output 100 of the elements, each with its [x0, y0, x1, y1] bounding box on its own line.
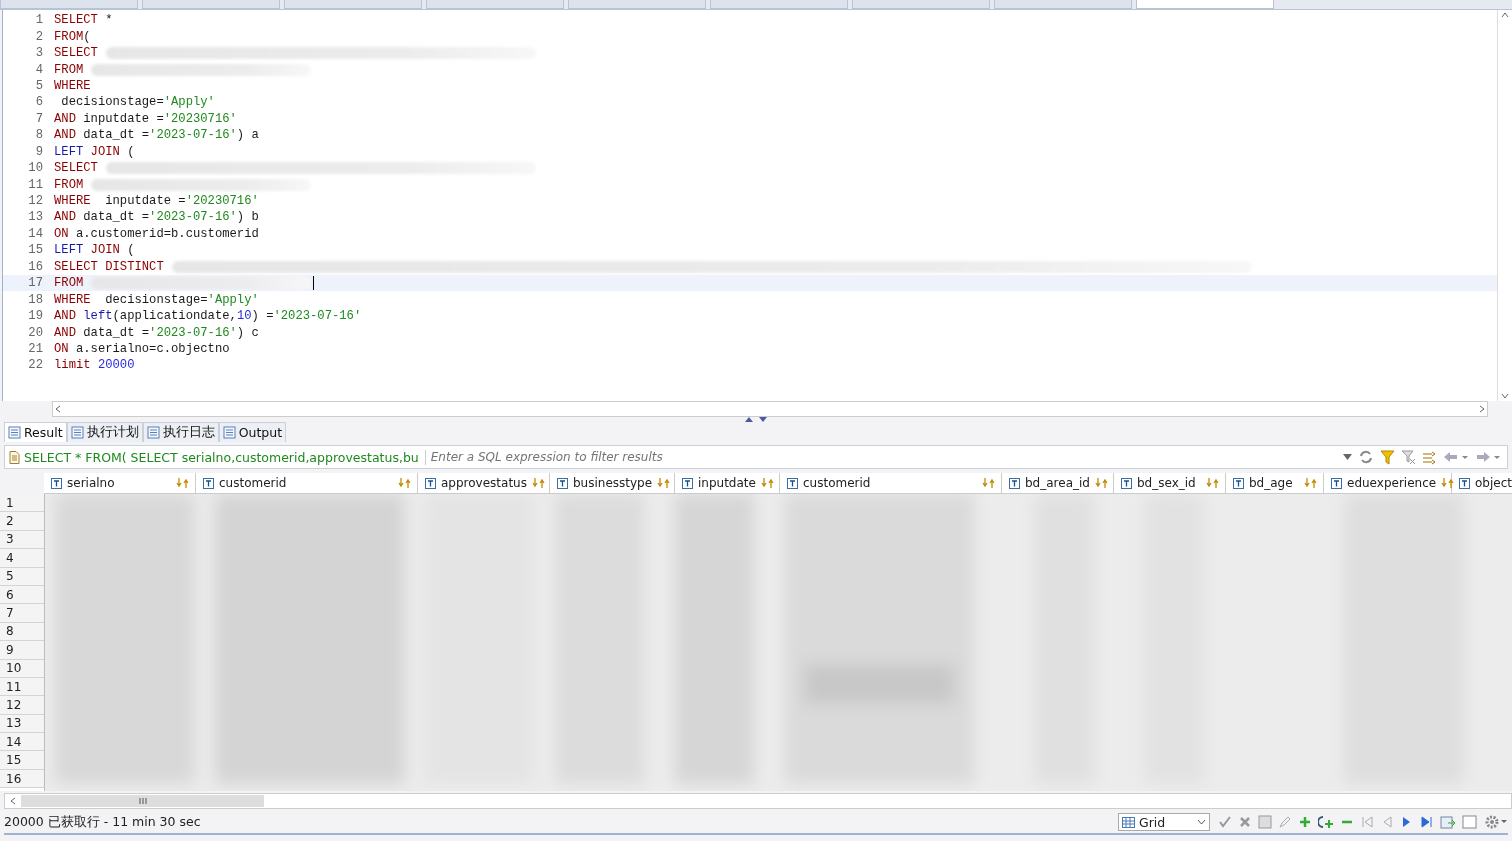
code-text: FROM	[54, 29, 84, 44]
check-icon[interactable]	[1218, 815, 1232, 829]
code-text: '20230716'	[185, 194, 259, 209]
code-text: JOIN	[89, 144, 120, 159]
code-text: inputdate =	[104, 194, 186, 209]
line-number: 13	[27, 210, 44, 225]
column-header[interactable]: bd_area_id	[1002, 473, 1114, 493]
code-text: limit	[54, 358, 91, 373]
edit-icon[interactable]	[1278, 815, 1292, 829]
code-text: ) b	[236, 210, 259, 225]
column-header[interactable]: bd_age	[1226, 473, 1324, 493]
row-number[interactable]: 2	[0, 512, 44, 531]
code-text: JOIN	[89, 243, 120, 258]
editor-tab[interactable]	[1136, 0, 1274, 9]
status-text: 20000 已获取行 - 11 min 30 sec	[4, 813, 202, 831]
code-text: '2023-07-16'	[149, 210, 237, 225]
column-header[interactable]: approvestatus	[418, 473, 550, 493]
code-text: ) =	[251, 309, 274, 324]
line-number: 16	[27, 259, 44, 274]
code-text: (	[126, 144, 135, 159]
code-text: 10	[236, 309, 252, 324]
line-number: 7	[34, 111, 44, 126]
view-select[interactable]: Grid	[1118, 813, 1210, 831]
forward-arrow-icon[interactable]	[1475, 451, 1501, 463]
dropdown-arrow-icon[interactable]	[1343, 454, 1352, 460]
code-text: (	[83, 29, 91, 44]
filter-bar[interactable]: SELECT * FROM( SELECT serialno,customerid,approvestatus,bu Enter a SQL expression to filter results	[4, 445, 1508, 469]
column-header[interactable]: customerid	[780, 473, 1002, 493]
line-number: 20	[27, 325, 44, 340]
table-icon	[8, 426, 21, 439]
code-text: data_dt =	[82, 325, 150, 340]
horizontal-scrollbar[interactable]	[52, 401, 1488, 417]
text-type-icon	[1459, 477, 1470, 489]
code-text: WHERE	[54, 194, 91, 209]
text-type-icon	[1331, 477, 1342, 489]
result-tab[interactable]: Output	[218, 422, 287, 442]
column-header[interactable]: object	[1452, 473, 1512, 493]
line-number: 6	[34, 95, 44, 110]
line-number: 4	[34, 62, 44, 77]
code-text: '2023-07-16'	[149, 128, 237, 143]
add-icon[interactable]	[1298, 815, 1312, 829]
back-arrow-icon[interactable]	[1443, 451, 1469, 463]
line-number: 12	[27, 194, 44, 209]
column-header[interactable]: eduexperience	[1324, 473, 1452, 493]
line-number: 11	[27, 177, 44, 192]
text-type-icon	[425, 477, 436, 489]
code-text: AND	[54, 325, 76, 340]
close-icon[interactable]	[1238, 815, 1252, 829]
row-number[interactable]: 12	[0, 696, 44, 715]
code-text: FROM	[54, 62, 84, 77]
column-header[interactable]: bd_sex_id	[1114, 473, 1226, 493]
line-number: 1	[34, 13, 44, 28]
panel-icon[interactable]	[1462, 814, 1478, 830]
column-header[interactable]: serialno	[44, 473, 196, 493]
row-number[interactable]: 9	[0, 641, 44, 660]
text-type-icon	[1233, 477, 1244, 489]
code-text: left	[82, 309, 113, 324]
code-text: ) c	[236, 325, 259, 340]
columns-icon[interactable]	[1422, 449, 1437, 465]
code-text: decisionstage=	[104, 292, 208, 307]
code-text: SELECT	[54, 161, 98, 176]
row-number[interactable]: 7	[0, 604, 44, 623]
clear-filter-icon[interactable]	[1401, 449, 1416, 465]
code-text: (	[126, 243, 135, 258]
code-text: SELECT DISTINCT	[54, 259, 164, 274]
refresh-icon[interactable]	[1358, 449, 1374, 465]
horizontal-scrollbar[interactable]	[4, 793, 1512, 809]
column-header[interactable]: businesstype	[550, 473, 675, 493]
text-type-icon	[1121, 477, 1132, 489]
code-text: a.serialno=c.objectno	[74, 341, 230, 356]
code-text: WHERE	[54, 78, 91, 93]
splitter-arrows-icon[interactable]	[744, 416, 768, 423]
line-number: 19	[27, 309, 44, 324]
settings-icon[interactable]	[1484, 814, 1508, 830]
text-type-icon	[682, 477, 693, 489]
line-number: 21	[27, 341, 44, 356]
text-type-icon	[557, 477, 568, 489]
result-tab[interactable]: Result	[4, 422, 67, 442]
line-number: 18	[27, 292, 44, 307]
scroll-thumb[interactable]	[21, 795, 264, 807]
export-icon[interactable]	[1440, 814, 1456, 830]
row-number[interactable]: 14	[0, 733, 44, 752]
row-number[interactable]: 15	[0, 751, 44, 770]
query-text: SELECT * FROM( SELECT serialno,customerid,approvestatus,bu	[5, 449, 426, 465]
last-page-icon[interactable]	[1420, 815, 1434, 829]
first-page-icon[interactable]	[1360, 815, 1374, 829]
code-text: decisionstage=	[60, 95, 164, 110]
code-text: data_dt =	[82, 210, 150, 225]
result-tab[interactable]: 执行计划	[66, 422, 143, 442]
code-text: SELECT	[54, 46, 98, 61]
column-header[interactable]: inputdate	[675, 473, 780, 493]
line-number: 2	[34, 29, 44, 44]
code-text: inputdate =	[82, 111, 164, 126]
result-tab[interactable]: 执行日志	[142, 422, 219, 442]
filter-icon[interactable]	[1380, 449, 1395, 465]
row-number[interactable]: 1	[0, 494, 44, 513]
row-number[interactable]: 4	[0, 549, 44, 568]
line-number: 15	[27, 243, 44, 258]
grid-icon	[1122, 816, 1135, 828]
column-header[interactable]: customerid	[196, 473, 418, 493]
